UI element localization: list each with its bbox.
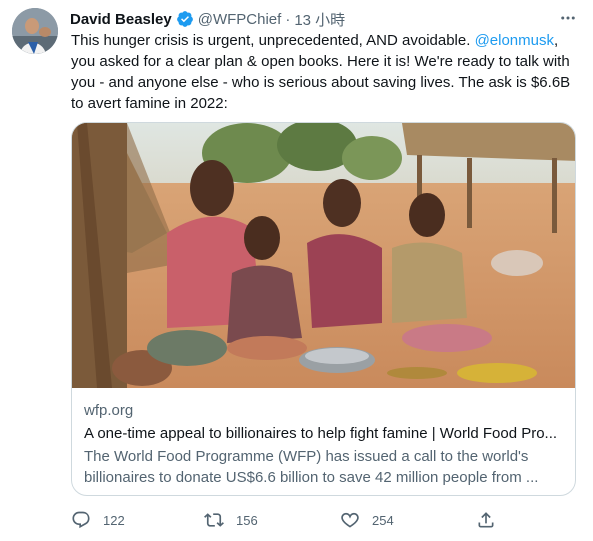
heart-icon [341, 512, 359, 528]
avatar[interactable] [12, 8, 58, 54]
like-button[interactable]: 254 [340, 508, 394, 532]
reply-icon [72, 511, 90, 529]
tweet-text-line-3: you - and anyone else - who is serious a… [71, 74, 571, 91]
retweet-button[interactable]: 156 [204, 508, 258, 532]
reply-count: 122 [103, 512, 125, 528]
verified-badge-icon [176, 10, 194, 28]
tweet-header: David Beasley @WFPChief · 13 小時 [70, 9, 345, 29]
mention-link[interactable]: @elonmusk [475, 32, 554, 49]
avatar-image [12, 8, 58, 54]
separator-dot: · [285, 10, 291, 28]
card-title: A one-time appeal to billionaires to hel… [84, 425, 558, 442]
author-handle[interactable]: @WFPChief [198, 11, 282, 28]
tweet-text-segment: , [554, 32, 559, 49]
more-options-button[interactable] [557, 8, 579, 28]
tweet-text-segment: This hunger crisis is urgent, unpreceden… [71, 32, 475, 49]
card-description-line-1: The World Food Programme (WFP) has issue… [84, 448, 529, 465]
author-name[interactable]: David Beasley [70, 11, 172, 28]
card-image [72, 123, 575, 388]
tweet-actions: 122 156 254 [71, 508, 501, 532]
card-description: The World Food Programme (WFP) has issue… [84, 446, 564, 488]
reply-button[interactable]: 122 [71, 508, 125, 532]
more-horizontal-icon [561, 16, 575, 20]
tweet-timestamp[interactable]: 13 小時 [294, 9, 345, 30]
tweet-text-line-1: This hunger crisis is urgent, unpreceden… [71, 30, 571, 51]
tweet-text: This hunger crisis is urgent, unpreceden… [71, 30, 571, 114]
retweet-icon [204, 513, 224, 527]
tweet-text-line-4: to avert famine in 2022: [71, 95, 228, 112]
card-description-line-2: billionaires to donate US$6.6 billion to… [84, 469, 539, 486]
retweet-count: 156 [236, 512, 258, 528]
link-preview-card[interactable]: wfp.org A one-time appeal to billionaire… [71, 122, 576, 496]
card-domain: wfp.org [84, 402, 134, 419]
tweet[interactable]: David Beasley @WFPChief · 13 小時 This hun… [0, 0, 593, 541]
share-button[interactable] [476, 508, 508, 532]
share-icon [478, 512, 494, 528]
tweet-text-line-2: you asked for a clear plan & open books.… [71, 53, 570, 70]
like-count: 254 [372, 512, 394, 528]
